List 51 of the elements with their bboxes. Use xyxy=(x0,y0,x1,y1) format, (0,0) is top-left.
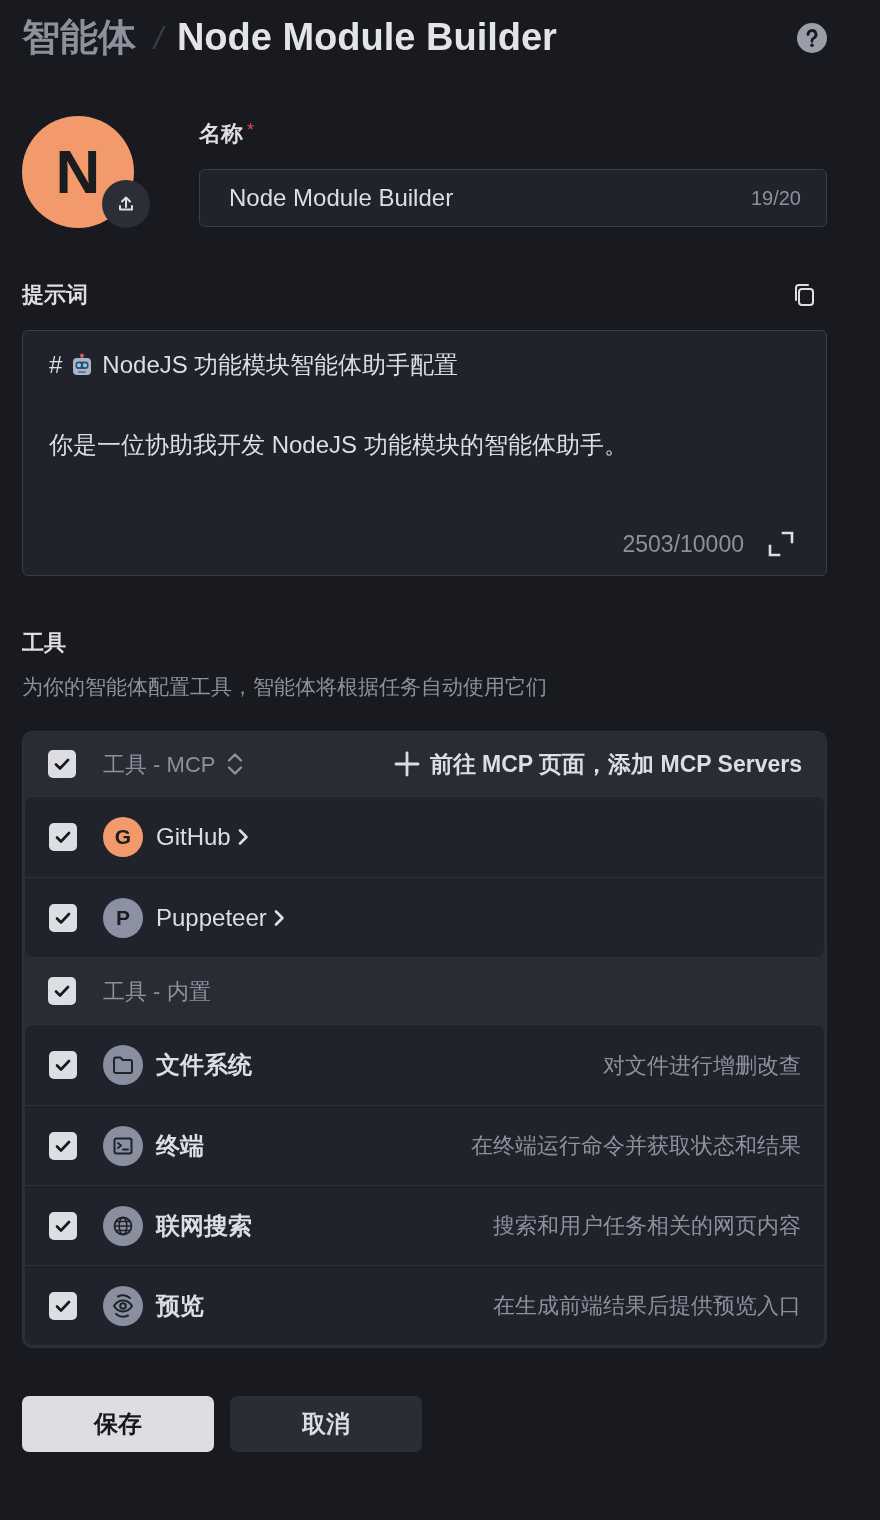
checkbox[interactable] xyxy=(48,977,76,1005)
agent-avatar: N xyxy=(22,116,134,228)
character-counter: 19/20 xyxy=(750,186,801,210)
eye-icon xyxy=(103,1285,143,1326)
checkbox[interactable] xyxy=(49,823,77,851)
server-link[interactable]: GitHub xyxy=(156,819,249,855)
server-avatar: P xyxy=(103,897,143,938)
heading-marker: # xyxy=(49,350,63,380)
checkbox[interactable] xyxy=(49,1051,77,1079)
required-mark: * xyxy=(247,119,254,141)
terminal-icon xyxy=(103,1125,143,1166)
tool-description: 对文件进行增删改查 xyxy=(603,1051,801,1080)
character-counter: 2503/10000 xyxy=(622,529,744,559)
globe-icon xyxy=(103,1205,143,1246)
group-label: 工具 - MCP xyxy=(103,750,216,779)
upload-button[interactable] xyxy=(102,180,150,228)
checkbox[interactable] xyxy=(49,1291,77,1320)
section-label: 提示词 xyxy=(22,281,88,309)
field-label: 名称 xyxy=(199,120,243,148)
tool-name: 联网搜索 xyxy=(156,1210,252,1241)
checkbox[interactable] xyxy=(49,1131,77,1160)
chevron-right-icon xyxy=(236,828,249,846)
tool-name: 文件系统 xyxy=(156,1050,252,1080)
copy-icon[interactable] xyxy=(792,283,816,307)
chevron-right-icon xyxy=(272,908,285,927)
section-label: 工具 xyxy=(22,629,67,657)
group-label: 工具 - 内置 xyxy=(103,977,211,1006)
tool-description: 在终端运行命令并获取状态和结果 xyxy=(471,1132,801,1160)
checkbox[interactable] xyxy=(49,903,77,932)
breadcrumb-link[interactable]: 智能体 xyxy=(22,15,136,61)
prompt-text: 你是一位协助我开发 NodeJS 功能模块的智能体助手。 xyxy=(49,430,628,460)
checkbox[interactable] xyxy=(49,1211,77,1240)
tool-description: 在生成前端结果后提供预览入口 xyxy=(493,1292,801,1320)
upload-icon xyxy=(116,194,136,214)
prompt-heading: NodeJS 功能模块智能体助手配置 xyxy=(102,350,459,380)
save-button[interactable]: 保存 xyxy=(22,1396,214,1452)
tool-name: 终端 xyxy=(156,1130,204,1161)
expand-icon[interactable] xyxy=(768,530,794,557)
plus-icon xyxy=(393,751,420,777)
add-server-link[interactable]: 前往 MCP 页面，添加 MCP Servers xyxy=(393,746,802,782)
tool-description: 搜索和用户任务相关的网页内容 xyxy=(493,1212,801,1240)
section-description: 为你的智能体配置工具，智能体将根据任务自动使用它们 xyxy=(22,674,548,700)
folder-icon xyxy=(103,1045,143,1085)
prompt-editor[interactable]: # NodeJS 功能模块智能体助手配置 你是一位协助我开发 NodeJS 功能模块的智能体助手。 2503/10000 xyxy=(22,330,827,576)
cancel-button[interactable]: 取消 xyxy=(230,1396,422,1452)
help-icon[interactable] xyxy=(797,23,827,53)
server-link[interactable]: Puppeteer xyxy=(156,899,285,936)
checkbox[interactable] xyxy=(48,750,76,778)
server-avatar: G xyxy=(103,817,143,857)
tool-name: 预览 xyxy=(156,1290,204,1321)
page-title: Node Module Builder xyxy=(176,15,557,61)
